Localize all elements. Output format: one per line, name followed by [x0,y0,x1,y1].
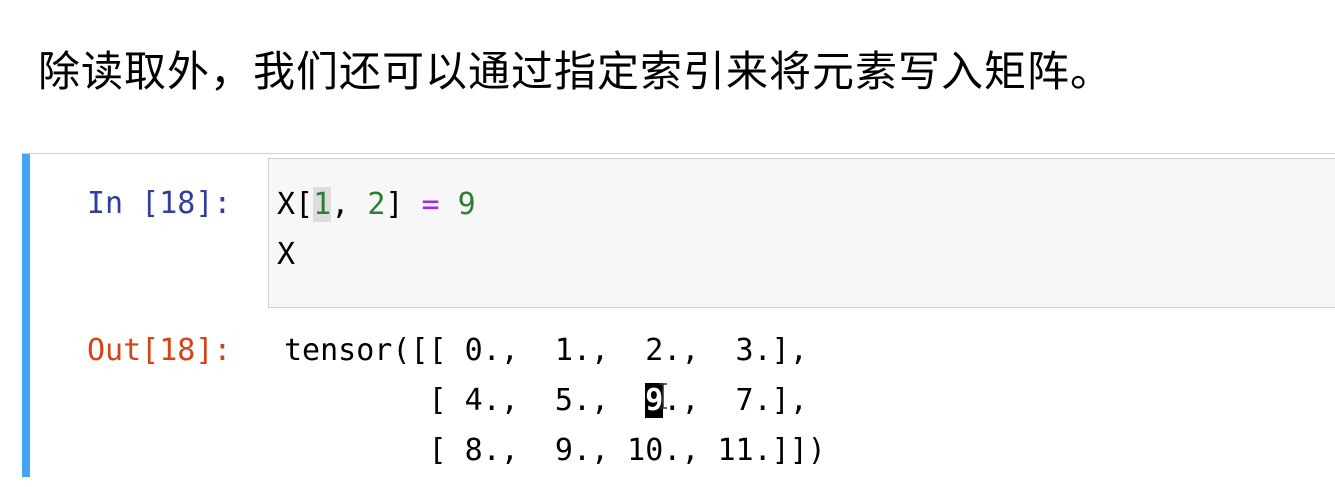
code-comma: , [331,187,368,222]
code-text[interactable]: X[1, 2] = 9 X [277,180,476,280]
code-var: X [277,187,296,222]
code-input-area[interactable]: X[1, 2] = 9 X [268,158,1335,308]
output-prompt: Out[18]: [87,333,232,368]
input-prompt: In [18]: [87,186,232,221]
code-index-col: 2 [367,187,386,222]
code-index-row: 1 [313,187,332,222]
cell-output: tensor([[ 0., 1., 2., 3.], [ 4., 5., 9.,… [284,326,826,476]
output-line-2-pre: [ 4., 5., [284,383,646,418]
output-line-2-post: ., 7.], [663,383,808,418]
output-line-1: tensor([[ 0., 1., 2., 3.], [284,333,808,368]
markdown-text: 除读取外，我们还可以通过指定索引来将元素写入矩阵。 [38,47,1114,96]
code-bracket-close: ] [385,187,404,222]
selected-cell-indicator [22,154,30,477]
code-bracket-open: [ [295,187,314,222]
code-cell[interactable]: In [18]: X[1, 2] = 9 X Out[18]: tensor([… [22,153,1335,478]
code-assign-operator: = [403,187,458,222]
code-value: 9 [457,187,476,222]
output-line-3: [ 8., 9., 10., 11.]]) [284,433,826,468]
code-line-2: X [277,237,296,272]
